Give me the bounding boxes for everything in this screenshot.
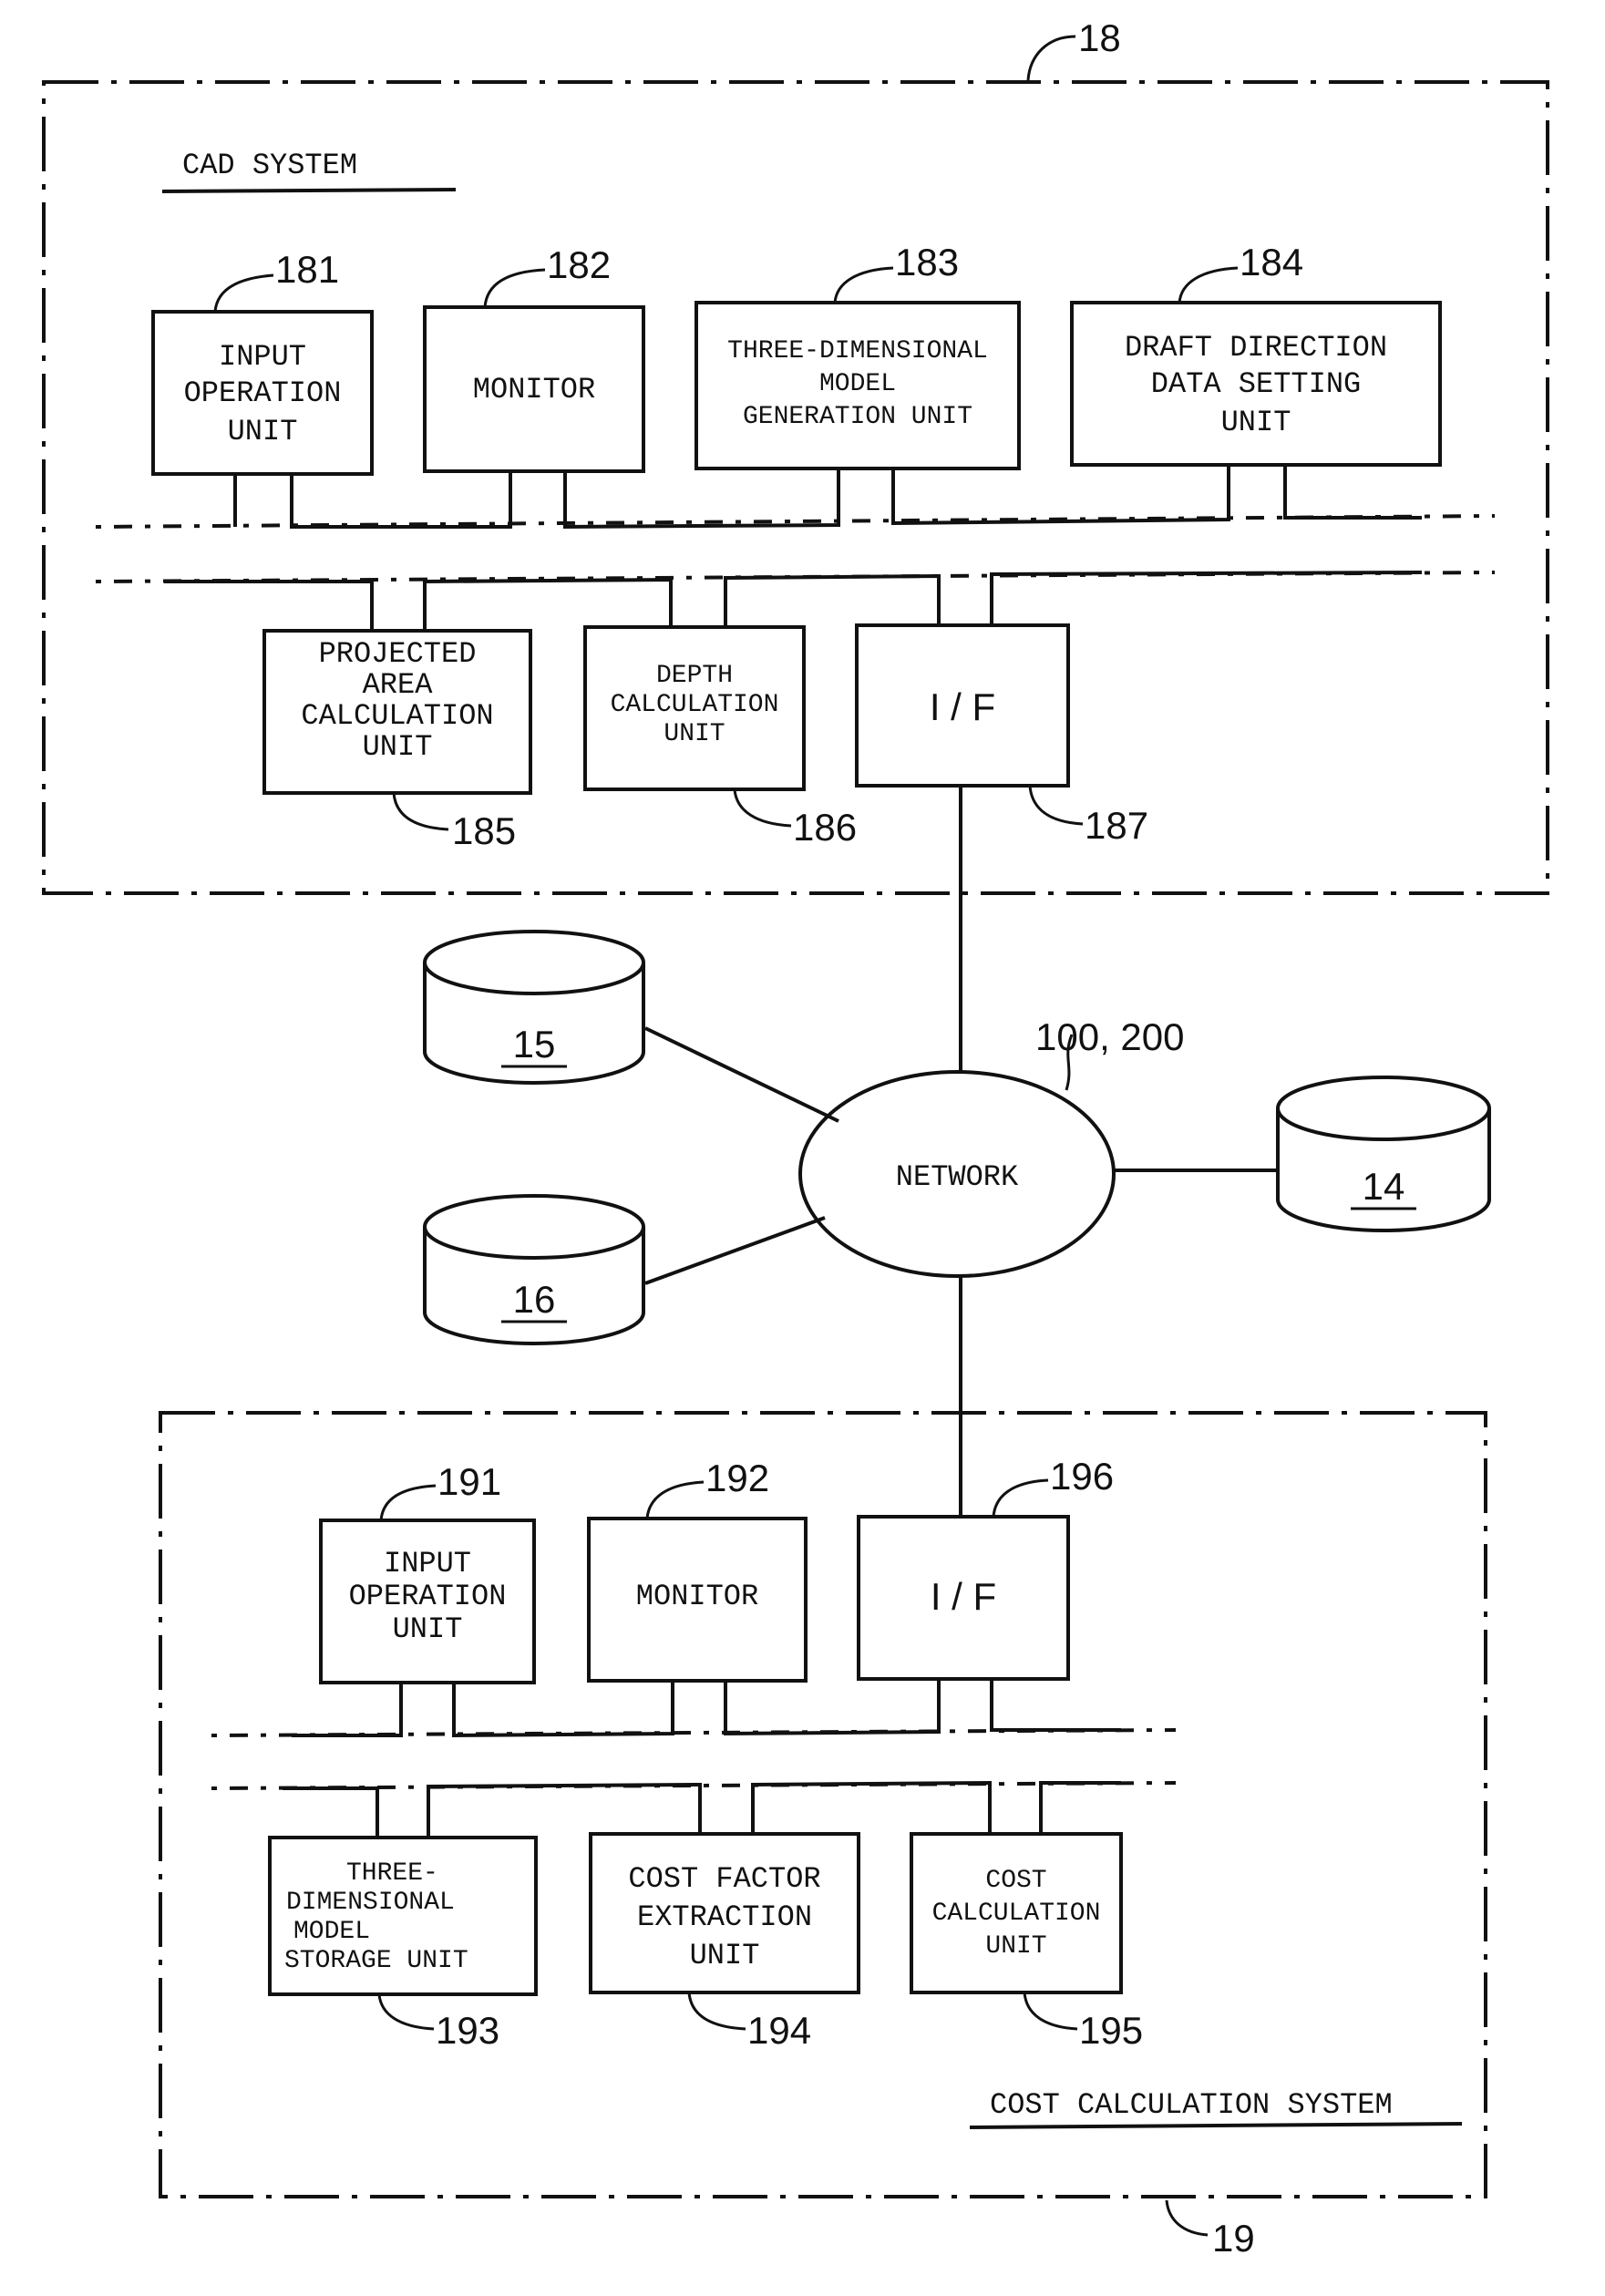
svg-text:INPUT: INPUT (219, 340, 306, 374)
ref-182: 182 (547, 243, 611, 286)
unit-183-3d-model-generation: THREE-DIMENSIONAL MODEL GENERATION UNIT … (694, 241, 1021, 470)
svg-text:THREE-DIMENSIONAL: THREE-DIMENSIONAL (727, 337, 988, 366)
cost-title-underline (969, 2122, 1463, 2129)
svg-text:15: 15 (513, 1023, 556, 1066)
ref-181: 181 (275, 248, 339, 291)
svg-text:CALCULATION: CALCULATION (932, 1900, 1101, 1928)
unit-186-depth-calculation: DEPTH CALCULATION UNIT 186 (583, 625, 857, 849)
cost-lower-bus (283, 1780, 1121, 1838)
ref-191: 191 (437, 1460, 501, 1503)
svg-text:DRAFT DIRECTION: DRAFT DIRECTION (1125, 331, 1387, 365)
svg-text:DIMENSIONAL: DIMENSIONAL (286, 1889, 455, 1917)
svg-text:UNIT: UNIT (393, 1612, 463, 1646)
ref-network: 100, 200 (1035, 1015, 1185, 1058)
svg-text:I / F: I / F (930, 685, 995, 728)
svg-text:CALCULATION: CALCULATION (611, 691, 779, 719)
unit-192-monitor: MONITOR 192 (587, 1457, 808, 1683)
cad-system-title: CAD SYSTEM (182, 149, 357, 182)
svg-text:16: 16 (513, 1278, 556, 1321)
ref-186: 186 (793, 806, 857, 849)
svg-text:MONITOR: MONITOR (473, 373, 595, 407)
svg-text:STORAGE UNIT: STORAGE UNIT (284, 1947, 468, 1975)
database-16: 16 (423, 1194, 645, 1345)
svg-text:14: 14 (1363, 1165, 1405, 1208)
svg-text:COST FACTOR: COST FACTOR (628, 1862, 820, 1896)
svg-text:AREA: AREA (363, 668, 434, 702)
link-16-network (644, 1216, 826, 1285)
cost-system-title: COST CALCULATION SYSTEM (990, 2088, 1393, 2122)
svg-text:DATA SETTING: DATA SETTING (1151, 367, 1361, 401)
leader-18 (1026, 35, 1076, 81)
svg-text:UNIT: UNIT (228, 415, 298, 448)
unit-185-projected-area-calculation: PROJECTED AREA CALCULATION UNIT 185 (262, 629, 532, 852)
unit-196-interface: I / F 196 (857, 1455, 1114, 1681)
database-15: 15 (423, 930, 645, 1085)
ref-183: 183 (895, 241, 959, 283)
svg-text:MONITOR: MONITOR (636, 1580, 758, 1613)
svg-text:CALCULATION: CALCULATION (301, 699, 493, 733)
unit-187-interface: I / F 187 (855, 623, 1148, 847)
link-15-network (644, 1026, 839, 1123)
database-14: 14 (1276, 1076, 1491, 1232)
svg-text:EXTRACTION: EXTRACTION (637, 1900, 812, 1934)
svg-text:MODEL: MODEL (293, 1918, 370, 1946)
svg-text:PROJECTED: PROJECTED (319, 637, 477, 671)
svg-text:GENERATION UNIT: GENERATION UNIT (743, 403, 972, 431)
ref-192: 192 (705, 1457, 769, 1499)
unit-193-3d-model-storage: THREE- DIMENSIONAL MODEL STORAGE UNIT 19… (268, 1836, 538, 2052)
cad-title-underline (161, 188, 457, 193)
ref-196: 196 (1050, 1455, 1114, 1498)
ref-184: 184 (1240, 241, 1303, 283)
ref-194: 194 (747, 2009, 811, 2052)
leader-19 (1165, 2199, 1209, 2237)
svg-text:OPERATION: OPERATION (349, 1580, 507, 1613)
unit-181-input-operation: INPUT OPERATION UNIT 181 (151, 248, 374, 476)
svg-text:THREE-: THREE- (346, 1859, 438, 1888)
svg-text:UNIT: UNIT (1221, 406, 1291, 439)
system-diagram: 18 CAD SYSTEM INPUT OPERATION UNIT 181 M… (42, 16, 1549, 2260)
svg-text:COST: COST (985, 1867, 1046, 1895)
ref-193: 193 (436, 2009, 499, 2052)
cost-upper-bus (292, 1677, 1121, 1738)
ref-187: 187 (1085, 804, 1148, 847)
svg-text:I / F: I / F (931, 1575, 996, 1618)
svg-text:DEPTH: DEPTH (656, 662, 733, 690)
unit-182-monitor: MONITOR 182 (423, 243, 645, 473)
svg-text:MODEL: MODEL (819, 370, 896, 398)
svg-text:OPERATION: OPERATION (184, 376, 342, 410)
network-label: NETWORK (896, 1160, 1019, 1194)
unit-194-cost-factor-extraction: COST FACTOR EXTRACTION UNIT 194 (589, 1832, 860, 2052)
unit-191-input-operation: INPUT OPERATION UNIT 191 (319, 1460, 536, 1684)
svg-text:UNIT: UNIT (363, 730, 433, 764)
cad-lower-bus (164, 571, 1423, 631)
svg-text:UNIT: UNIT (664, 720, 725, 748)
unit-195-cost-calculation: COST CALCULATION UNIT 195 (910, 1832, 1143, 2052)
unit-184-draft-direction-data-setting: DRAFT DIRECTION DATA SETTING UNIT 184 (1070, 241, 1442, 467)
svg-text:UNIT: UNIT (690, 1939, 760, 1972)
svg-text:INPUT: INPUT (384, 1547, 471, 1580)
ref-185: 185 (452, 809, 516, 852)
svg-text:UNIT: UNIT (985, 1932, 1046, 1961)
ref-18: 18 (1078, 16, 1121, 59)
ref-195: 195 (1079, 2009, 1143, 2052)
ref-19: 19 (1212, 2217, 1255, 2260)
